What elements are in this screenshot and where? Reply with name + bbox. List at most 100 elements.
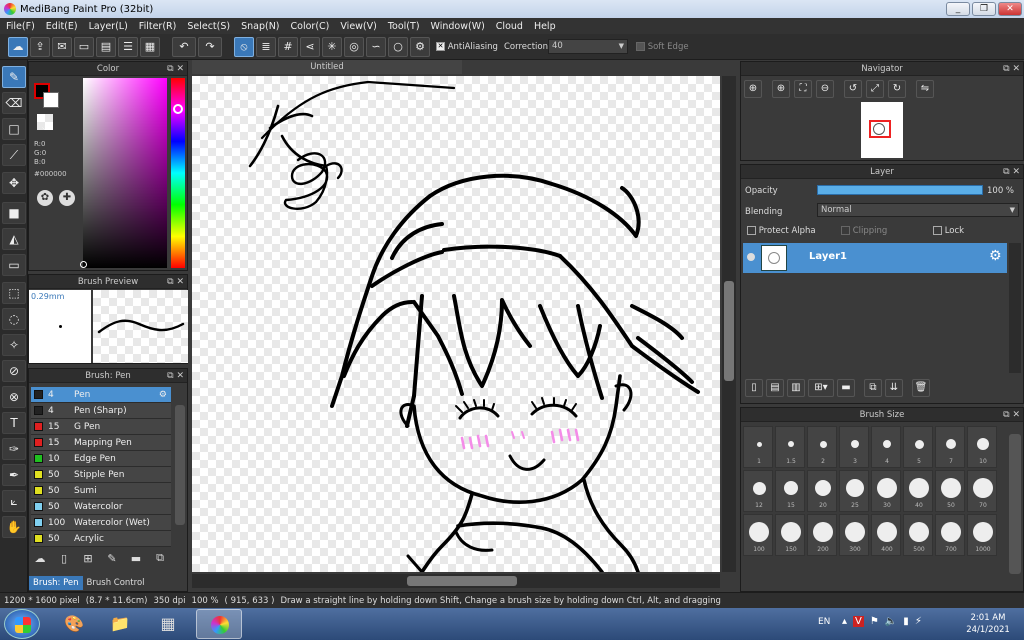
cloud-icon[interactable]: ☁ xyxy=(8,37,28,57)
brush-size-option[interactable]: 12 xyxy=(743,470,773,512)
maximize-button[interactable]: ❐ xyxy=(972,2,996,16)
opacity-slider[interactable] xyxy=(817,185,983,195)
chevron-up-icon[interactable]: ▴ xyxy=(842,616,847,627)
brush-size-option[interactable]: 1 xyxy=(743,426,773,468)
zoom-out-icon[interactable]: ⊖ xyxy=(816,80,834,98)
clock[interactable]: 2:01 AM 24/1/2021 xyxy=(960,612,1016,636)
brush-settings-icon[interactable]: ⚙ xyxy=(159,390,167,400)
layer-row[interactable]: Layer1 ⚙ xyxy=(743,243,1007,273)
brush-copy-icon[interactable]: ⧉ xyxy=(151,551,169,565)
brush-size-option[interactable]: 150 xyxy=(775,514,805,556)
brush-size-option[interactable]: 70 xyxy=(967,470,997,512)
merge-layer-icon[interactable]: ⇊ xyxy=(885,379,903,397)
close-button[interactable]: ✕ xyxy=(998,2,1022,16)
hue-slider[interactable] xyxy=(171,78,185,268)
grid-snap-icon[interactable]: # xyxy=(278,37,298,57)
brush-tool-icon[interactable]: ✎ xyxy=(2,66,26,88)
comment-icon[interactable]: ✉ xyxy=(52,37,72,57)
brush-size-option[interactable]: 200 xyxy=(807,514,837,556)
brush-item[interactable]: 15 G Pen xyxy=(31,419,171,435)
flag-icon[interactable]: ⚑ xyxy=(870,616,879,627)
menu-view[interactable]: View(V) xyxy=(340,21,376,32)
brush-size-option[interactable]: 1000 xyxy=(967,514,997,556)
circle-snap-icon[interactable]: ○ xyxy=(388,37,408,57)
brush-size-option[interactable]: 4 xyxy=(871,426,901,468)
brush-item[interactable]: 50 Acrylic xyxy=(31,531,171,547)
divide-tool-icon[interactable]: ✒ xyxy=(2,464,26,486)
tab-untitled[interactable]: Untitled xyxy=(192,60,462,74)
grid-icon[interactable]: ▦ xyxy=(140,37,160,57)
menu-select[interactable]: Select(S) xyxy=(187,21,230,32)
brush-size-option[interactable]: 15 xyxy=(775,470,805,512)
brush-list-scrollbar[interactable] xyxy=(175,405,185,525)
panel-close-icon[interactable]: ⧉ ✕ xyxy=(167,62,184,76)
brush-size-option[interactable]: 500 xyxy=(903,514,933,556)
line-tool-icon[interactable]: ⟋ xyxy=(2,144,26,166)
brush-size-option[interactable]: 3 xyxy=(839,426,869,468)
brush-size-option[interactable]: 1.5 xyxy=(775,426,805,468)
flip-icon[interactable]: ⇋ xyxy=(916,80,934,98)
vertical-scrollbar[interactable] xyxy=(722,76,736,572)
gradient-tool-icon[interactable]: ▭ xyxy=(2,254,26,276)
menu-edit[interactable]: Edit(E) xyxy=(46,21,78,32)
share-icon[interactable]: ⇪ xyxy=(30,37,50,57)
new-1bit-layer-icon[interactable]: ▥ xyxy=(787,379,805,397)
panel-close-icon[interactable]: ⧉ ✕ xyxy=(167,275,184,289)
select-rect-tool-icon[interactable]: ⬚ xyxy=(2,282,26,304)
brush-item[interactable]: 50 Stipple Pen xyxy=(31,467,171,483)
page-icon[interactable]: ▤ xyxy=(96,37,116,57)
menu-tool[interactable]: Tool(T) xyxy=(388,21,420,32)
rect-tool-icon[interactable]: □ xyxy=(2,118,26,140)
folder-icon[interactable]: ▬ xyxy=(837,379,855,397)
brush-size-option[interactable]: 20 xyxy=(807,470,837,512)
new-halftone-layer-icon[interactable]: ▤ xyxy=(766,379,784,397)
new-layer-icon[interactable]: ▯ xyxy=(745,379,763,397)
menu-help[interactable]: Help xyxy=(534,21,556,32)
brush-item[interactable]: 15 Mapping Pen xyxy=(31,435,171,451)
bucket-tool-icon[interactable]: ◭ xyxy=(2,228,26,250)
transparent-swatch[interactable] xyxy=(37,114,53,130)
undo-icon[interactable]: ↶ xyxy=(172,37,196,57)
language-indicator[interactable]: EN xyxy=(818,617,830,627)
brush-item[interactable]: 100 Watercolor (Wet) xyxy=(31,515,171,531)
navigator-thumbnail[interactable] xyxy=(861,102,903,158)
brush-size-option[interactable]: 7 xyxy=(935,426,965,468)
menu-window[interactable]: Window(W) xyxy=(431,21,485,32)
radial-snap-icon[interactable]: ✳ xyxy=(322,37,342,57)
vertical-scroll-thumb[interactable] xyxy=(724,281,734,381)
fit-window-icon[interactable]: ⛶ xyxy=(794,80,812,98)
brush-add-icon[interactable]: ⊞ xyxy=(79,552,97,565)
brush-new-icon[interactable]: ▯ xyxy=(55,552,73,565)
saturation-value-picker[interactable] xyxy=(80,78,167,268)
parallel-snap-icon[interactable]: ≣ xyxy=(256,37,276,57)
medibang-taskbar-button[interactable] xyxy=(196,609,242,639)
curve-snap-icon[interactable]: ∽ xyxy=(366,37,386,57)
brush-size-option[interactable]: 300 xyxy=(839,514,869,556)
menu-color[interactable]: Color(C) xyxy=(291,21,330,32)
panel-close-icon[interactable]: ⧉ ✕ xyxy=(1003,165,1020,179)
brush-size-option[interactable]: 700 xyxy=(935,514,965,556)
background-color-swatch[interactable] xyxy=(43,92,59,108)
hand-tool-icon[interactable]: ✋ xyxy=(2,516,26,538)
brush-item[interactable]: 10 Edge Pen xyxy=(31,451,171,467)
lock-checkbox[interactable] xyxy=(933,226,942,235)
select-pen-tool-icon[interactable]: ⊘ xyxy=(2,360,26,382)
brush-item[interactable]: 4 Pen (Sharp) xyxy=(31,403,171,419)
snap-settings-icon[interactable]: ⚙ xyxy=(410,37,430,57)
delete-layer-icon[interactable]: 🗑 xyxy=(912,379,930,397)
protect-alpha-checkbox[interactable] xyxy=(747,226,756,235)
rotate-left-icon[interactable]: ↺ xyxy=(844,80,862,98)
power-icon[interactable]: ⚡ xyxy=(915,616,922,627)
clipping-checkbox[interactable] xyxy=(841,226,850,235)
panel-close-icon[interactable]: ⧉ ✕ xyxy=(1003,408,1020,422)
antivirus-icon[interactable]: V xyxy=(853,616,864,627)
eyedropper-tool-icon[interactable]: ⟀ xyxy=(2,490,26,512)
brush-size-option[interactable]: 400 xyxy=(871,514,901,556)
move-tool-icon[interactable]: ✥ xyxy=(2,172,26,194)
brush-size-option[interactable]: 50 xyxy=(935,470,965,512)
volume-icon[interactable]: 🔈 xyxy=(885,616,897,627)
start-button[interactable] xyxy=(4,609,40,639)
snap-off-icon[interactable]: ⦸ xyxy=(234,37,254,57)
select-eraser-tool-icon[interactable]: ⊗ xyxy=(2,386,26,408)
perspective-snap-icon[interactable]: ⋖ xyxy=(300,37,320,57)
